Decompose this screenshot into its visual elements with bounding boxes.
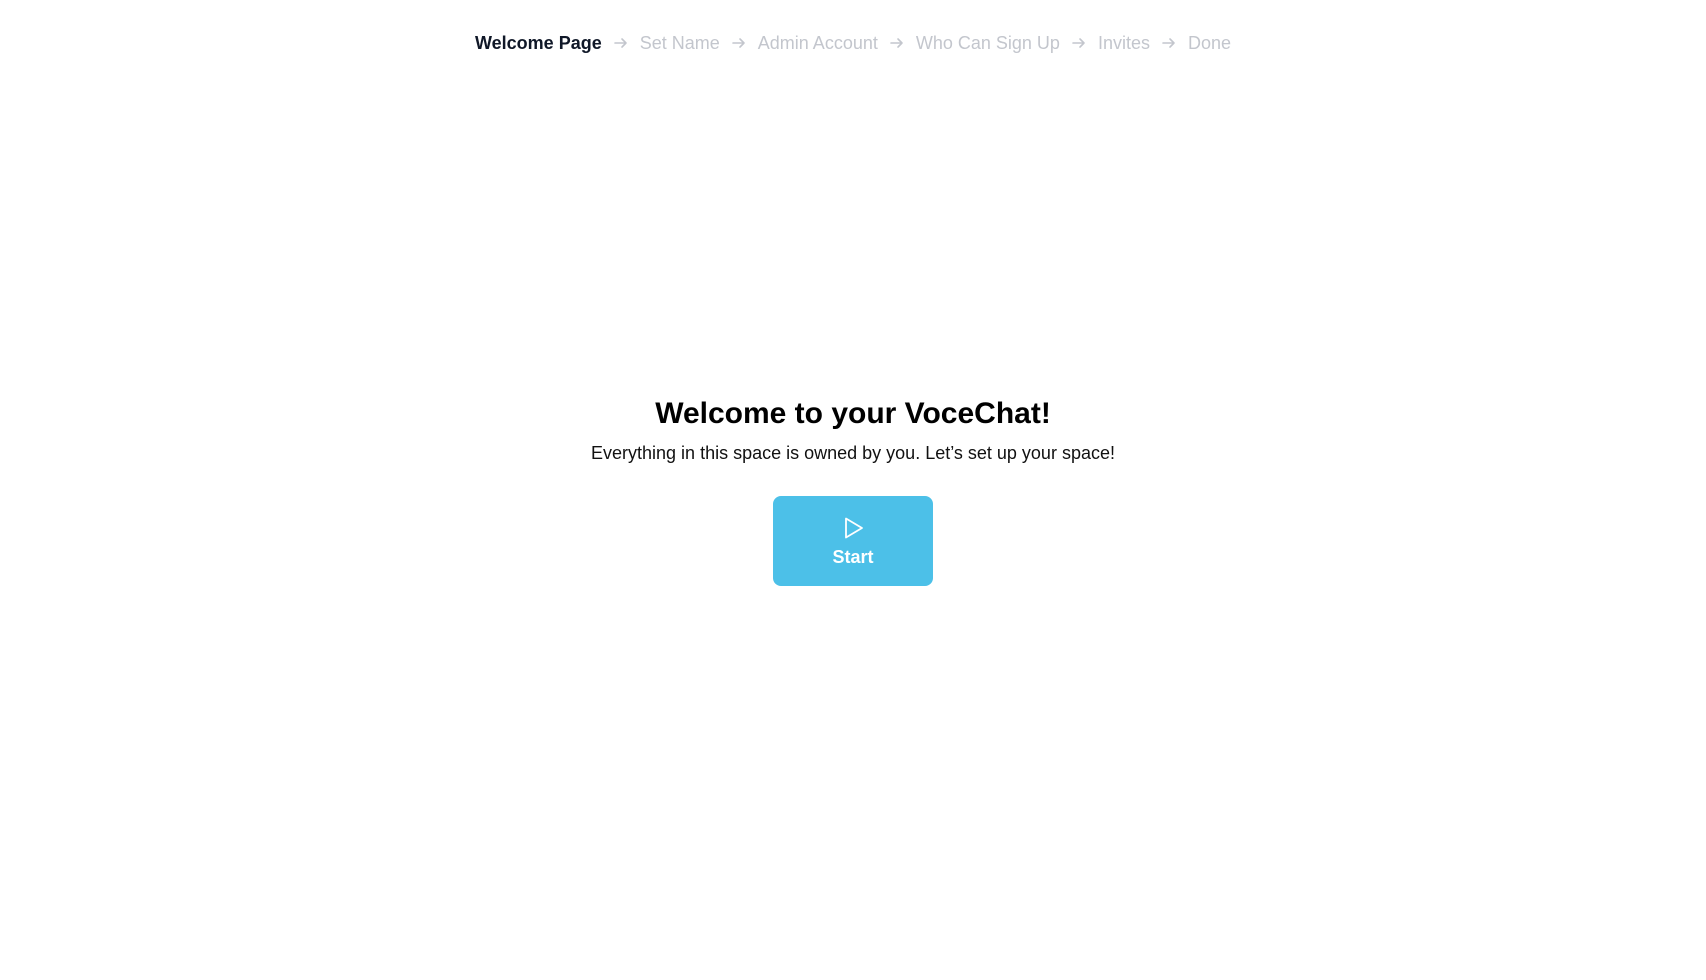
arrow-right-icon [731,35,747,51]
arrow-right-icon [889,35,905,51]
welcome-section: Welcome to your VoceChat! Everything in … [0,394,1706,586]
page-title: Welcome to your VoceChat! [655,397,1051,430]
step-admin-account: Admin Account [757,33,878,53]
step-invites: Invites [1097,33,1150,53]
page-subtitle: Everything in this space is owned by you… [591,443,1115,463]
onboarding-page: Welcome Page Set Name Admin Account Who … [0,0,1706,980]
start-button[interactable]: Start [773,496,933,586]
step-set-name: Set Name [639,33,720,53]
play-icon [840,515,866,541]
setup-steps: Welcome Page Set Name Admin Account Who … [0,30,1706,56]
step-done: Done [1187,33,1231,53]
step-who-can-sign-up: Who Can Sign Up [915,33,1060,53]
step-welcome-page: Welcome Page [475,33,602,53]
arrow-right-icon [1161,35,1177,51]
arrow-right-icon [613,35,629,51]
start-button-label: Start [832,547,874,567]
arrow-right-icon [1071,35,1087,51]
